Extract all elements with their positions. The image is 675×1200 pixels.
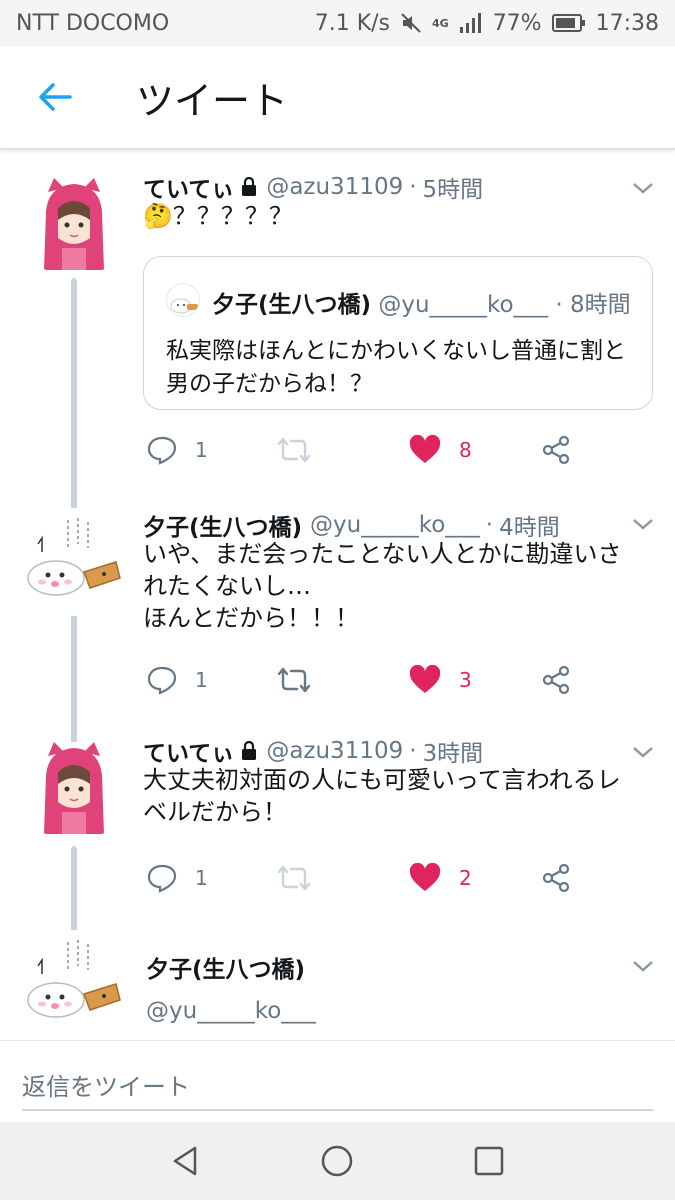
share-button[interactable] <box>541 660 571 700</box>
chevron-down-icon[interactable] <box>630 178 656 198</box>
signal-icon <box>459 13 481 33</box>
timestamp[interactable]: 4時間 <box>499 508 560 542</box>
reply-button[interactable]: 1 <box>147 430 208 470</box>
battery-icon <box>551 14 585 32</box>
tweet-actions: 1 8 <box>143 430 643 470</box>
share-icon <box>542 435 570 465</box>
back-button[interactable] <box>30 72 80 122</box>
tweet-header: ていてぃ @azu31109 · 5時間 <box>143 170 483 204</box>
reply-icon <box>147 436 177 465</box>
reply-count: 1 <box>195 438 208 462</box>
avatar[interactable] <box>38 178 110 270</box>
reply-icon <box>147 666 177 695</box>
thread-line <box>71 488 77 504</box>
share-icon <box>542 863 570 893</box>
system-nav-bar <box>0 1122 675 1200</box>
display-name[interactable]: ていてぃ <box>143 170 234 204</box>
quote-header: 夕子(生八つ橋) @yu_____ko___ · 8時間 <box>212 285 631 319</box>
chevron-down-icon[interactable] <box>630 514 656 534</box>
retweet-button[interactable] <box>277 858 311 898</box>
nav-home-button[interactable] <box>307 1131 367 1191</box>
network-type: 4G <box>432 16 449 30</box>
retweet-icon <box>277 865 311 891</box>
tweet-text: 🤔？？？？？ <box>143 202 293 230</box>
handle[interactable]: @azu31109 <box>266 174 403 200</box>
heart-icon <box>409 863 441 891</box>
display-name[interactable]: ていてぃ <box>143 734 234 768</box>
nav-recents-button[interactable] <box>459 1131 519 1191</box>
clock: 17:38 <box>595 10 659 36</box>
reply-count: 1 <box>195 866 208 890</box>
reply-count: 1 <box>195 668 208 692</box>
arrow-left-icon <box>39 83 72 111</box>
retweet-icon <box>277 437 311 463</box>
tweet-thread[interactable]: ていてぃ @azu31109 · 5時間 🤔？？？？？ 夕子(生八つ橋) @yu… <box>0 152 675 1040</box>
heart-icon <box>409 665 441 693</box>
tweet-header: 夕子(生八つ橋) <box>146 950 305 984</box>
triangle-back-icon <box>173 1146 197 1176</box>
quote-text: 私実際はほんとにかわいくないし普通に割と男の子だからね！？ <box>166 338 626 397</box>
timestamp[interactable]: 5時間 <box>423 170 484 204</box>
lock-icon <box>242 741 257 760</box>
quote-handle: @yu_____ko___ <box>378 292 549 318</box>
battery-percent: 77% <box>492 10 542 36</box>
timestamp[interactable]: 3時間 <box>423 734 484 768</box>
handle[interactable]: @yu_____ko___ <box>310 512 480 538</box>
circle-home-icon <box>322 1145 353 1177</box>
share-button[interactable] <box>541 430 571 470</box>
nav-back-button[interactable] <box>156 1131 216 1191</box>
handle[interactable]: @azu31109 <box>266 738 403 764</box>
reply-bar: 返信をツイート <box>0 1040 675 1122</box>
status-bar: NTT DOCOMO 7.1 K/s 4G 77% 17:38 <box>0 0 675 46</box>
quote-avatar <box>166 283 200 317</box>
quote-display-name: 夕子(生八つ橋) <box>212 292 372 318</box>
quoted-tweet[interactable]: 夕子(生八つ橋) @yu_____ko___ · 8時間 私実際はほんとにかわい… <box>143 256 653 410</box>
thread-line <box>71 722 77 736</box>
mute-icon <box>401 13 421 33</box>
separator-dot: · <box>485 512 494 538</box>
like-count: 8 <box>459 438 472 462</box>
page-title: ツイート <box>136 78 289 123</box>
separator-dot: · <box>555 292 563 318</box>
like-button[interactable]: 3 <box>409 660 472 700</box>
quote-timestamp: 8時間 <box>570 292 631 318</box>
tweet-handle-line: @yu_____ko___ <box>146 998 316 1024</box>
retweet-button[interactable] <box>277 430 311 470</box>
display-name[interactable]: 夕子(生八つ橋) <box>143 508 302 542</box>
reply-input[interactable]: 返信をツイート <box>22 1059 653 1111</box>
tweet-text: いや、まだ会ったことない人とかに勘違いされたくないし… ほんとだから！！！ <box>143 540 622 632</box>
avatar[interactable] <box>38 742 110 834</box>
avatar[interactable] <box>20 508 128 616</box>
handle[interactable]: @yu_____ko___ <box>146 998 316 1024</box>
display-name[interactable]: 夕子(生八つ橋) <box>146 950 305 984</box>
separator-dot: · <box>409 738 417 764</box>
reply-icon <box>147 864 177 893</box>
like-count: 2 <box>459 866 472 890</box>
retweet-icon <box>277 667 311 693</box>
avatar[interactable] <box>20 930 128 1038</box>
share-icon <box>542 665 570 695</box>
tweet-text: 大丈夫初対面の人にも可愛いって言われるレベルだから！ <box>143 766 621 826</box>
lock-icon <box>242 177 257 196</box>
like-button[interactable]: 8 <box>409 430 472 470</box>
chevron-down-icon[interactable] <box>630 742 656 762</box>
square-recents-icon <box>474 1146 504 1176</box>
carrier-name: NTT DOCOMO <box>16 10 170 36</box>
tweet-header: 夕子(生八つ橋) @yu_____ko___ · 4時間 <box>143 508 560 542</box>
app-bar: ツイート <box>0 46 675 150</box>
like-button[interactable]: 2 <box>409 858 472 898</box>
tweet-header: ていてぃ @azu31109 · 3時間 <box>143 734 483 768</box>
tweet-actions: 1 2 <box>143 858 643 898</box>
heart-icon <box>409 435 441 463</box>
share-button[interactable] <box>541 858 571 898</box>
like-count: 3 <box>459 668 472 692</box>
tweet-actions: 1 3 <box>143 660 643 700</box>
reply-button[interactable]: 1 <box>147 858 208 898</box>
reply-button[interactable]: 1 <box>147 660 208 700</box>
separator-dot: · <box>409 174 417 200</box>
chevron-down-icon[interactable] <box>630 956 656 976</box>
network-speed: 7.1 K/s <box>314 10 390 36</box>
retweet-button[interactable] <box>277 660 311 700</box>
